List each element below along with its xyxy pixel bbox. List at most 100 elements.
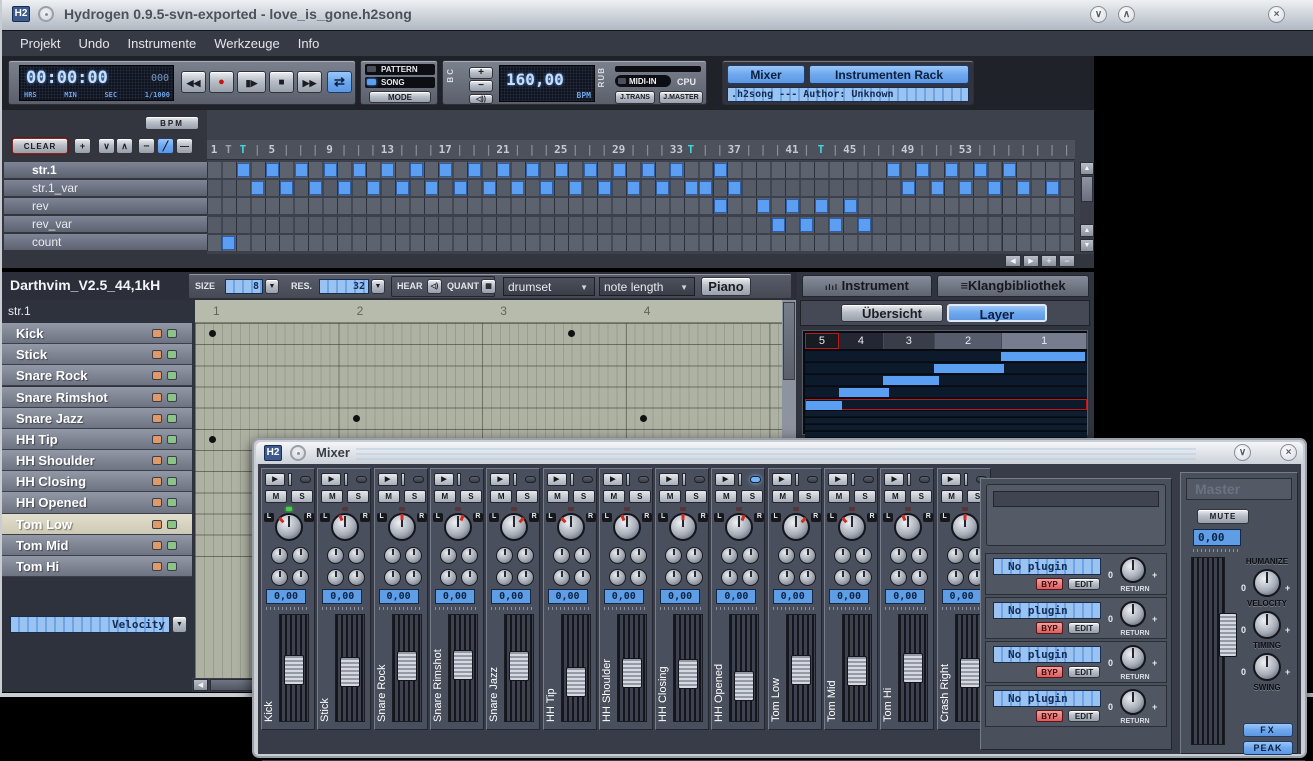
fx-bypass-button[interactable]: BYP <box>1036 710 1063 722</box>
master-mute-button[interactable]: MUTE <box>1197 509 1249 524</box>
ruler-tick[interactable]: 37 <box>727 143 741 156</box>
rubberband-label[interactable]: RUB <box>597 67 606 87</box>
ruler-tick[interactable]: | <box>482 143 496 156</box>
instrument-solo-button[interactable] <box>167 520 177 529</box>
instrument-mute-button[interactable] <box>152 414 162 423</box>
ruler-tick[interactable]: | <box>453 143 467 156</box>
fx-send-knob-1[interactable] <box>778 547 795 564</box>
strip-mute-button[interactable]: M <box>321 490 343 503</box>
fx-send-knob-2[interactable] <box>292 547 309 564</box>
strip-play-button[interactable]: ▶ <box>603 473 623 486</box>
pattern-mode-row[interactable]: PATTERN <box>365 64 435 75</box>
ruler-tick[interactable]: T <box>236 143 250 156</box>
instrument-solo-button[interactable] <box>167 371 177 380</box>
ruler-tick[interactable]: 29 <box>612 143 626 156</box>
instrument-solo-button[interactable] <box>167 562 177 571</box>
layer-bar[interactable] <box>1001 352 1085 361</box>
fx-send-knob-1[interactable] <box>271 547 288 564</box>
instrument-mute-button[interactable] <box>152 329 162 338</box>
quantize-toggle[interactable]: ▦ <box>481 279 496 294</box>
strip-mute-button[interactable]: M <box>659 490 681 503</box>
song-grid-cell-active[interactable] <box>613 163 626 177</box>
strip-fader-thumb[interactable] <box>791 655 811 685</box>
song-grid-cell-active[interactable] <box>497 163 510 177</box>
fx-send-knob-1[interactable] <box>721 547 738 564</box>
strip-fader-thumb[interactable] <box>453 650 473 680</box>
main-titlebar[interactable]: H2 Hydrogen 0.9.5-svn-exported - love_is… <box>2 0 1313 30</box>
layer-bar[interactable] <box>883 376 939 385</box>
song-grid-cell-active[interactable] <box>540 181 553 195</box>
strip-mute-button[interactable]: M <box>715 490 737 503</box>
fx-send-knob-1[interactable] <box>384 547 401 564</box>
instrument-mute-button[interactable] <box>152 477 162 486</box>
strip-fader-thumb[interactable] <box>678 659 698 689</box>
fx-send-knob-4[interactable] <box>405 569 422 586</box>
note-length-select[interactable]: ▼note length <box>599 277 695 296</box>
instrument-mute-button[interactable] <box>152 562 162 571</box>
song-grid-cell-active[interactable] <box>367 181 380 195</box>
instrument-mute-button[interactable] <box>152 371 162 380</box>
strip-mute-button[interactable]: M <box>772 490 794 503</box>
song-grid-cell-active[interactable] <box>815 199 828 213</box>
ruler-tick[interactable]: | <box>987 143 1001 156</box>
fx-send-knob-3[interactable] <box>327 569 344 586</box>
ruler-tick[interactable]: | <box>713 143 727 156</box>
ruler-tick[interactable]: | <box>395 143 409 156</box>
strip-solo-button[interactable]: S <box>741 490 763 503</box>
pattern-list-item[interactable]: rev_var <box>4 216 207 233</box>
fx-send-knob-1[interactable] <box>890 547 907 564</box>
instrument-row[interactable]: Kick <box>2 323 192 344</box>
record-button[interactable]: ● <box>209 71 234 93</box>
strip-play-button[interactable]: ▶ <box>828 473 848 486</box>
song-grid-cell-active[interactable] <box>757 199 770 213</box>
ruler-tick[interactable]: | <box>525 143 539 156</box>
zoom-out-button[interactable]: − <box>1059 255 1075 267</box>
fx-send-knob-2[interactable] <box>742 547 759 564</box>
instrument-mute-button[interactable] <box>152 541 162 550</box>
instrument-rack-toggle-button[interactable]: Instrumenten Rack <box>809 65 969 84</box>
song-grid-cell-active[interactable] <box>222 236 235 250</box>
single-pattern-mode-button[interactable]: — <box>176 138 193 154</box>
layer-bar[interactable] <box>806 401 842 410</box>
fx-send-knob-3[interactable] <box>721 569 738 586</box>
fx-send-knob-3[interactable] <box>496 569 513 586</box>
fx-send-knob-2[interactable] <box>911 547 928 564</box>
fx-return-knob[interactable] <box>1120 645 1146 671</box>
scrollbar-thumb[interactable] <box>783 302 795 380</box>
strip-solo-button[interactable]: S <box>404 490 426 503</box>
mixer-titlebar[interactable]: H2 Mixer ∨ × <box>256 442 1303 464</box>
strip-solo-button[interactable]: S <box>685 490 707 503</box>
pan-knob[interactable] <box>331 513 359 541</box>
ruler-tick[interactable]: | <box>279 143 293 156</box>
ruler-tick[interactable]: 33 <box>669 143 683 156</box>
tab-overview[interactable]: Übersicht <box>841 304 943 322</box>
strip-fader-track[interactable] <box>504 614 534 722</box>
pan-knob[interactable] <box>669 513 697 541</box>
window-menu-icon[interactable] <box>38 6 54 22</box>
strip-solo-button[interactable]: S <box>910 490 932 503</box>
ruler-tick[interactable]: T <box>814 143 828 156</box>
song-grid-cell-active[interactable] <box>425 181 438 195</box>
fx-send-knob-2[interactable] <box>855 547 872 564</box>
strip-mute-button[interactable]: M <box>490 490 512 503</box>
fx-send-knob-2[interactable] <box>517 547 534 564</box>
loop-button[interactable]: ⇄ <box>327 71 352 93</box>
note-dot[interactable] <box>209 436 216 443</box>
fx-plugin-name-display[interactable]: No plugin <box>993 690 1101 707</box>
song-grid-cell-active[interactable] <box>396 181 409 195</box>
ruler-tick[interactable]: | <box>337 143 351 156</box>
strip-mute-button[interactable]: M <box>265 490 287 503</box>
fx-send-knob-3[interactable] <box>947 569 964 586</box>
strip-play-button[interactable]: ▶ <box>378 473 398 486</box>
ruler-tick[interactable]: | <box>568 143 582 156</box>
strip-fader-track[interactable] <box>617 614 647 722</box>
song-grid-cell-active[interactable] <box>772 218 785 232</box>
ruler-tick[interactable]: | <box>294 143 308 156</box>
instrument-row[interactable]: HH Tip <box>2 429 192 450</box>
strip-play-button[interactable]: ▶ <box>941 473 961 486</box>
song-grid-cell-active[interactable] <box>959 181 972 195</box>
note-dot[interactable] <box>640 415 647 422</box>
clear-pattern-sequence-button[interactable]: CLEAR <box>12 138 68 154</box>
pan-knob[interactable] <box>613 513 641 541</box>
ruler-tick[interactable]: T <box>221 143 235 156</box>
